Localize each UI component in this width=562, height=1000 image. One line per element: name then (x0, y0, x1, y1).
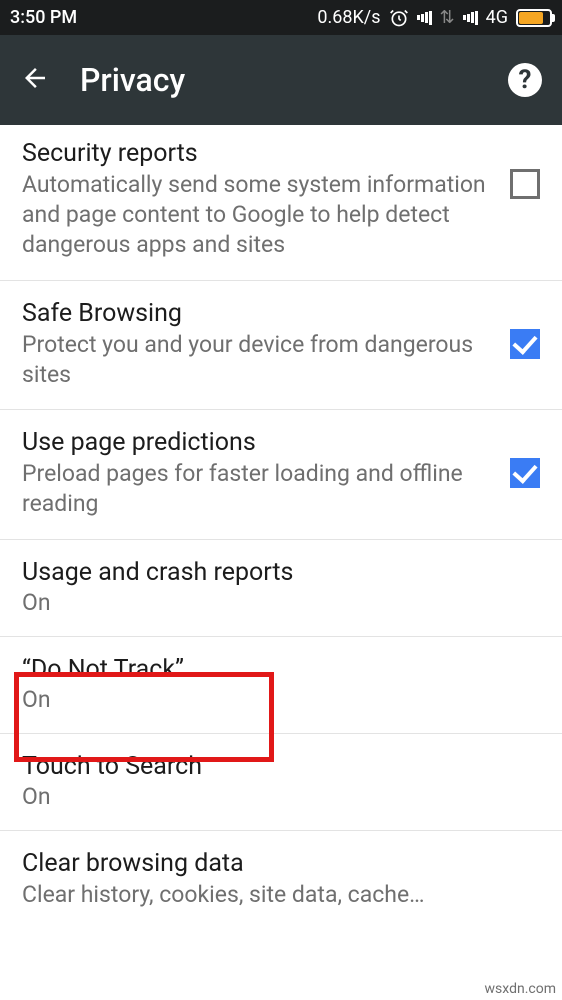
row-desc: Clear history, cookies, site data, cache… (22, 880, 540, 910)
row-desc: Preload pages for faster loading and off… (22, 459, 492, 519)
row-desc: Protect you and your device from dangero… (22, 330, 492, 390)
network-label: 4G (486, 7, 508, 28)
row-value: On (22, 686, 540, 713)
row-title: Use page predictions (22, 428, 492, 457)
row-do-not-track[interactable]: “Do Not Track” On (0, 637, 562, 734)
battery-icon (516, 9, 552, 27)
help-button[interactable]: ? (508, 63, 542, 97)
signal-icon-2 (463, 10, 478, 26)
row-touch-search[interactable]: Touch to Search On (0, 734, 562, 831)
alarm-icon (389, 8, 409, 28)
settings-list: Security reports Automatically send some… (0, 125, 562, 930)
row-page-predictions[interactable]: Use page predictions Preload pages for f… (0, 410, 562, 540)
data-arrows-icon: ⇅ (440, 7, 455, 28)
app-header: Privacy ? (0, 35, 562, 125)
status-bar: 3:50 PM 0.68K/s ⇅ 4G (0, 0, 562, 35)
signal-icon-1 (417, 10, 432, 26)
row-safe-browsing[interactable]: Safe Browsing Protect you and your devic… (0, 281, 562, 411)
help-icon: ? (519, 65, 532, 95)
row-title: Clear browsing data (22, 849, 540, 878)
row-title: Safe Browsing (22, 299, 492, 328)
status-right: 0.68K/s ⇅ 4G (317, 7, 552, 28)
watermark: wsxdn.com (485, 981, 556, 997)
page-title: Privacy (80, 61, 478, 99)
row-usage-reports[interactable]: Usage and crash reports On (0, 540, 562, 637)
row-clear-data[interactable]: Clear browsing data Clear history, cooki… (0, 831, 562, 930)
row-title: Security reports (22, 139, 492, 168)
row-title: Touch to Search (22, 752, 540, 781)
checkbox-safe-browsing[interactable] (510, 329, 540, 359)
checkbox-security-reports[interactable] (510, 169, 540, 199)
back-button[interactable] (20, 63, 50, 97)
checkbox-page-predictions[interactable] (510, 458, 540, 488)
row-title: Usage and crash reports (22, 558, 540, 587)
row-security-reports[interactable]: Security reports Automatically send some… (0, 129, 562, 281)
row-desc: Automatically send some system informati… (22, 170, 492, 260)
arrow-back-icon (20, 63, 50, 93)
status-time: 3:50 PM (10, 7, 77, 28)
row-value: On (22, 783, 540, 810)
row-title: “Do Not Track” (22, 655, 540, 684)
row-value: On (22, 589, 540, 616)
status-speed: 0.68K/s (317, 7, 380, 28)
